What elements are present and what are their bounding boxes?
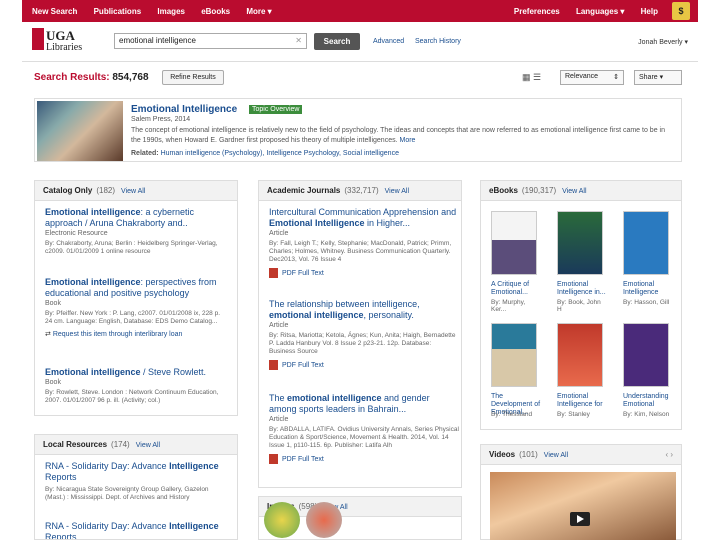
ebook-cover[interactable] xyxy=(557,323,603,387)
search-history-link[interactable]: Search History xyxy=(415,38,461,45)
user-menu[interactable]: Jonah Beverly ▾ xyxy=(638,38,688,46)
more-link[interactable]: More xyxy=(399,137,415,144)
topic-overview-badge: Topic Overview xyxy=(249,105,303,114)
topic-description: The concept of emotional intelligence is… xyxy=(131,127,665,144)
topic-title[interactable]: Emotional Intelligence xyxy=(131,104,237,115)
topic-publisher: Salem Press, 2014 xyxy=(131,116,191,123)
catalog-view-all[interactable]: View All xyxy=(121,188,145,195)
catalog-header: Catalog Only (182) View All xyxy=(35,181,237,201)
view-toggle-icons[interactable]: ▦ ☰ xyxy=(522,72,541,83)
logo-text-libraries: Libraries xyxy=(46,42,83,53)
result-title[interactable]: Emotional intelligence: a cybernetic app… xyxy=(45,207,229,229)
journals-view-all[interactable]: View All xyxy=(385,188,409,195)
result-title[interactable]: Emotional intelligence: perspectives fro… xyxy=(45,277,229,299)
user-name: Jonah Beverly xyxy=(638,39,683,46)
ebook-title[interactable]: Emotional Intelligence in... xyxy=(557,281,607,297)
ebook-cover[interactable] xyxy=(557,211,603,275)
nav-ebooks[interactable]: eBooks xyxy=(201,7,230,16)
ebook-cover[interactable] xyxy=(491,323,537,387)
videos-header: Videos (101) View All ‹ › xyxy=(481,445,681,465)
search-input[interactable]: emotional intelligence ✕ xyxy=(114,33,307,49)
result-title[interactable]: Intercultural Communication Apprehension… xyxy=(269,207,459,229)
list-item: Emotional intelligence / Steve Rowlett. … xyxy=(45,367,229,405)
result-title[interactable]: The emotional intelligence and gender am… xyxy=(269,393,459,415)
pdf-full-text-link[interactable]: PDF Full Text xyxy=(269,268,459,278)
list-item: RNA - Solidarity Day: Advance Intelligen… xyxy=(45,461,229,502)
results-count: Search Results: 854,768 xyxy=(34,72,149,83)
list-item: The relationship between intelligence, e… xyxy=(269,299,459,370)
journals-header: Academic Journals (332,717) View All xyxy=(259,181,461,201)
pdf-icon xyxy=(269,268,278,278)
search-input-value: emotional intelligence xyxy=(119,36,196,45)
image-thumbnail[interactable] xyxy=(264,502,300,538)
refine-results-button[interactable]: Refine Results xyxy=(162,70,224,85)
uga-libraries-logo[interactable]: UGA Libraries xyxy=(32,28,90,58)
share-button[interactable]: Share ▾ xyxy=(634,70,682,85)
sort-select[interactable]: Relevance ⇕ xyxy=(560,70,624,85)
nav-preferences[interactable]: Preferences xyxy=(514,7,560,16)
ebooks-view-all[interactable]: View All xyxy=(562,188,586,195)
video-thumbnail[interactable] xyxy=(490,472,676,540)
ebook-title[interactable]: Emotional Intelligence xyxy=(623,281,673,297)
ebook-cover[interactable] xyxy=(623,211,669,275)
ebook-cover[interactable] xyxy=(491,211,537,275)
ebooks-header: eBooks (190,317) View All xyxy=(481,181,681,201)
result-title[interactable]: Emotional intelligence / Steve Rowlett. xyxy=(45,367,229,378)
academic-journals-panel: Academic Journals (332,717) View All Inter… xyxy=(258,180,462,488)
top-navigation-bar: New Search Publications Images eBooks Mo… xyxy=(22,0,698,22)
nav-help[interactable]: Help xyxy=(641,7,658,16)
list-item: Emotional intelligence: perspectives fro… xyxy=(45,277,229,338)
nav-new-search[interactable]: New Search xyxy=(32,7,77,16)
related-links[interactable]: Human intelligence (Psychology), Intelli… xyxy=(161,150,399,157)
pager-icons[interactable]: ‹ › xyxy=(665,450,673,459)
image-thumbnail[interactable] xyxy=(306,502,342,538)
ebook-title[interactable]: Emotional Intelligence for xyxy=(557,393,607,409)
clear-icon[interactable]: ✕ xyxy=(295,36,302,45)
result-title[interactable]: The relationship between intelligence, e… xyxy=(269,299,459,321)
nav-more[interactable]: More ▾ xyxy=(246,7,271,16)
videos-view-all[interactable]: View All xyxy=(544,452,568,459)
result-title[interactable]: RNA - Solidarity Day: Advance Intelligen… xyxy=(45,521,229,539)
ebook-title[interactable]: Understanding Emotional xyxy=(623,393,673,409)
result-title[interactable]: RNA - Solidarity Day: Advance Intelligen… xyxy=(45,461,229,483)
primary-nav: New Search Publications Images eBooks Mo… xyxy=(32,7,286,16)
pdf-full-text-link[interactable]: PDF Full Text xyxy=(269,360,459,370)
ebooks-panel: eBooks (190,317) View All A Critique of Em… xyxy=(480,180,682,430)
secondary-nav: Preferences Languages ▾ Help xyxy=(500,7,658,16)
folder-icon[interactable]: $ xyxy=(672,2,690,20)
pdf-full-text-link[interactable]: PDF Full Text xyxy=(269,454,459,464)
pdf-icon xyxy=(269,454,278,464)
ebook-cover[interactable] xyxy=(623,323,669,387)
list-item: Emotional intelligence: a cybernetic app… xyxy=(45,207,229,256)
interlibrary-loan-link[interactable]: ⇄ Request this item through interlibrary… xyxy=(45,330,229,338)
advanced-search-link[interactable]: Advanced xyxy=(373,38,404,45)
topic-overview-card: Emotional Intelligence Topic Overview Sa… xyxy=(34,98,682,162)
local-header: Local Resources (174) View All xyxy=(35,435,237,455)
shield-icon xyxy=(32,28,44,50)
nav-images[interactable]: Images xyxy=(157,7,185,16)
local-view-all[interactable]: View All xyxy=(136,442,160,449)
search-button[interactable]: Search xyxy=(314,33,360,50)
pdf-icon xyxy=(269,360,278,370)
list-item: The emotional intelligence and gender am… xyxy=(269,393,459,464)
play-icon[interactable] xyxy=(570,512,590,526)
catalog-panel: Catalog Only (182) View All Emotional inte… xyxy=(34,180,238,416)
nav-publications[interactable]: Publications xyxy=(94,7,142,16)
topic-related: Related: Human intelligence (Psychology)… xyxy=(131,150,399,157)
nav-languages[interactable]: Languages ▾ xyxy=(576,7,624,16)
topic-photo xyxy=(37,101,123,161)
list-item: RNA - Solidarity Day: Advance Intelligen… xyxy=(45,521,229,539)
local-resources-panel: Local Resources (174) View All RNA - Solid… xyxy=(34,434,238,540)
ebook-title[interactable]: A Critique of Emotional... xyxy=(491,281,541,297)
search-header: UGA Libraries emotional intelligence ✕ S… xyxy=(22,22,698,62)
list-item: Intercultural Communication Apprehension… xyxy=(269,207,459,278)
